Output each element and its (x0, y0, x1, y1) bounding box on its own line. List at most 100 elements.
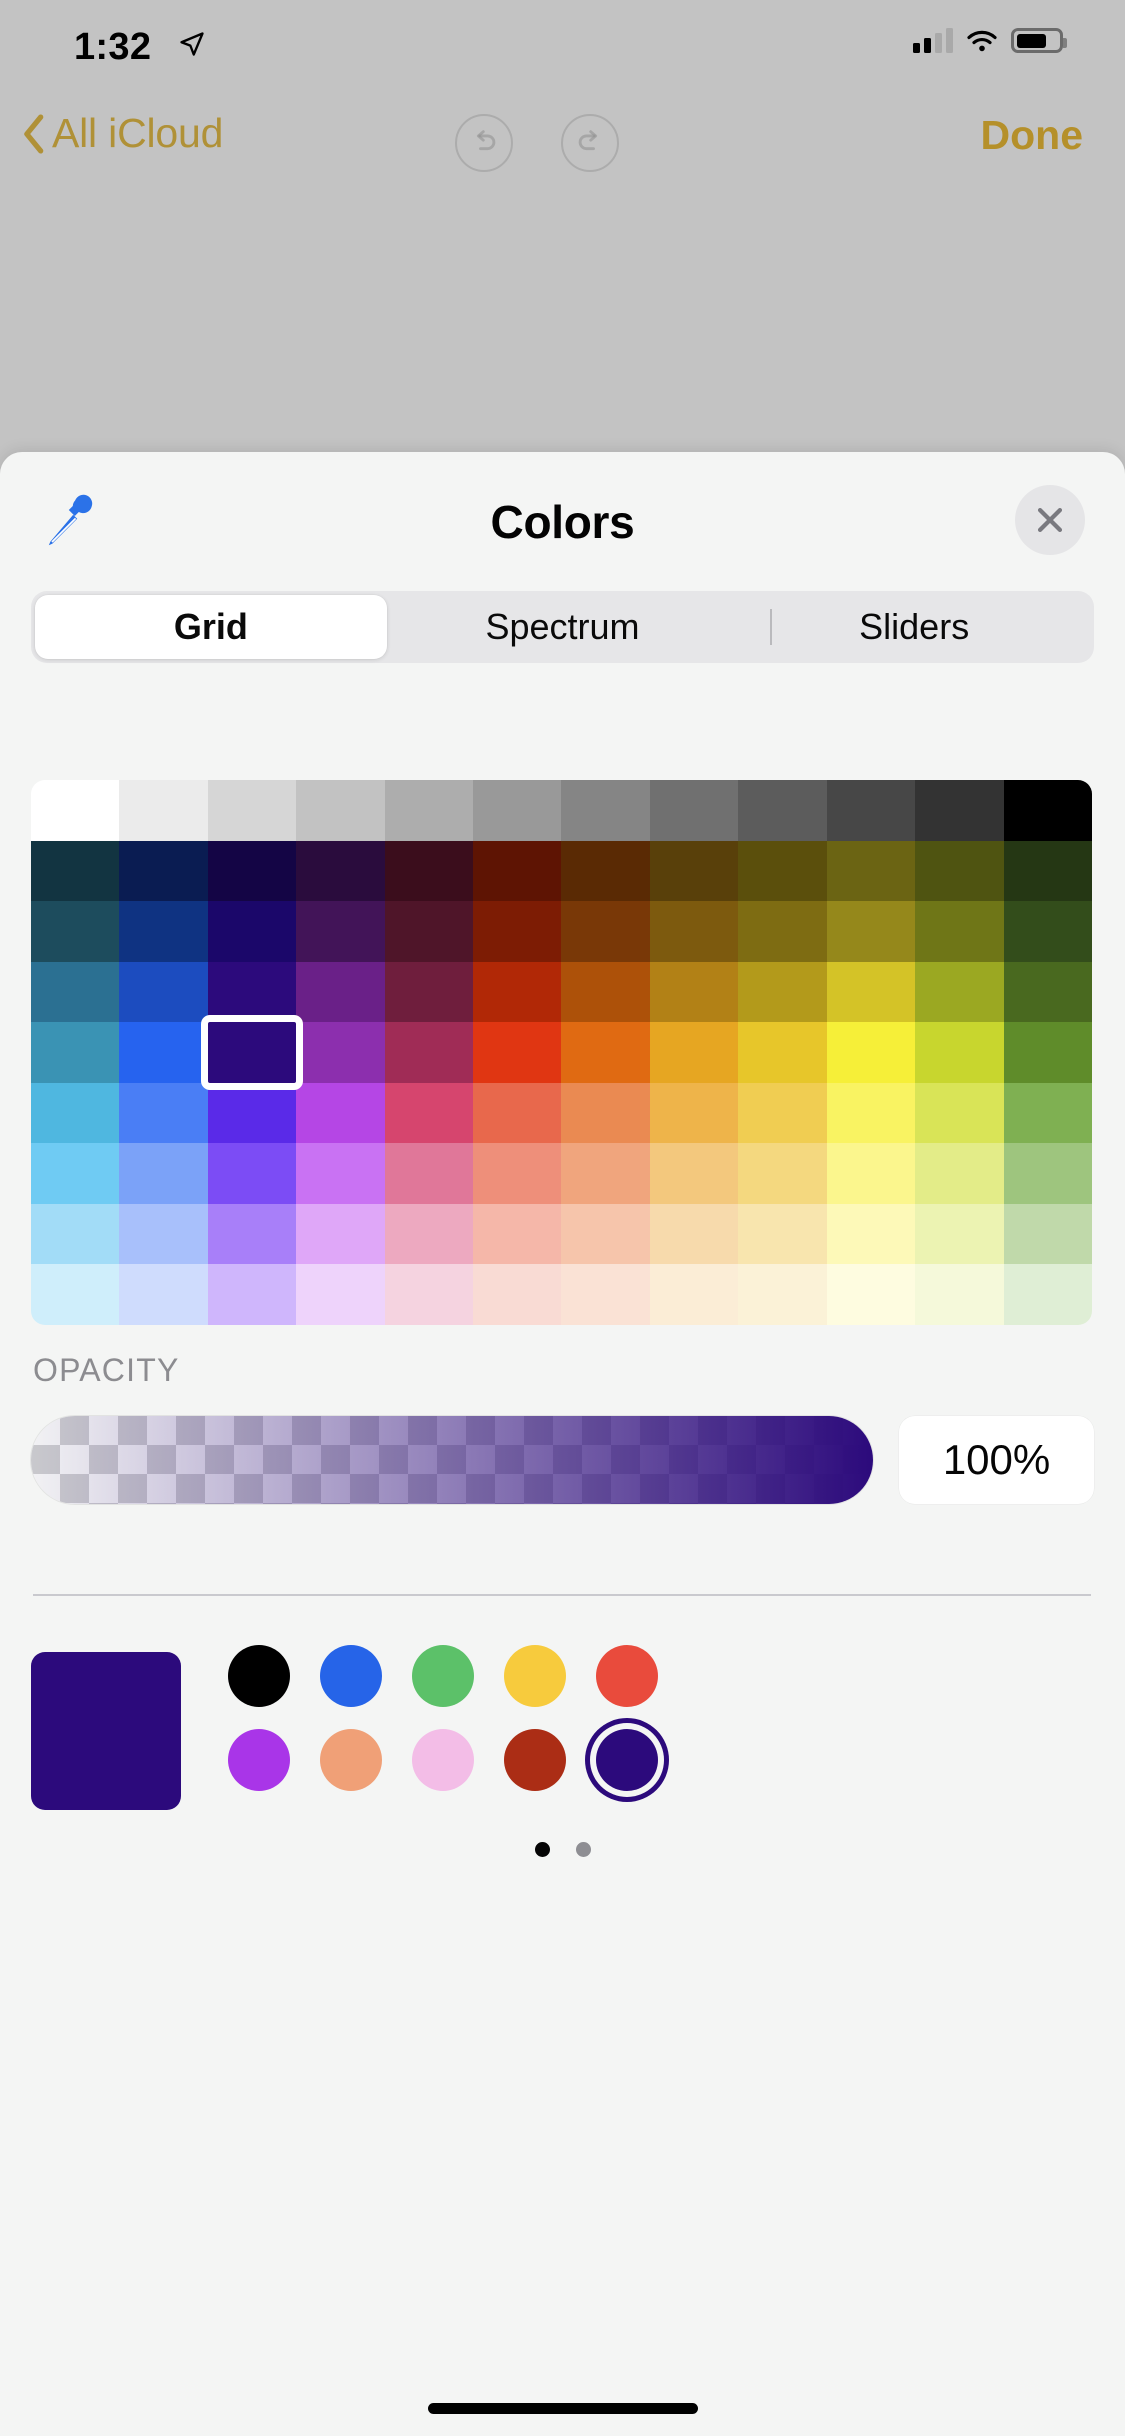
opacity-value-field[interactable]: 100% (899, 1416, 1094, 1504)
color-grid-cell[interactable] (119, 1203, 208, 1265)
color-grid-cell[interactable] (384, 1082, 474, 1144)
palette-swatch-green[interactable] (412, 1645, 474, 1707)
color-grid-cell[interactable] (384, 1264, 474, 1325)
color-grid-cell[interactable] (119, 840, 208, 902)
color-grid-cell[interactable] (826, 1203, 916, 1265)
color-grid-cell[interactable] (296, 1143, 385, 1204)
color-grid-cell[interactable] (738, 901, 827, 962)
color-grid-cell[interactable] (915, 1203, 1004, 1265)
color-grid-cell[interactable] (1003, 901, 1092, 962)
color-grid-cell[interactable] (561, 1022, 650, 1083)
color-grid-cell[interactable] (207, 780, 297, 841)
color-grid-cell[interactable] (473, 1264, 562, 1325)
back-button[interactable]: All iCloud (22, 110, 223, 157)
color-grid-cell[interactable] (31, 961, 120, 1023)
color-grid-cell[interactable] (473, 1082, 562, 1144)
color-grid-cell[interactable] (561, 1264, 650, 1325)
color-grid-cell[interactable] (296, 780, 385, 841)
color-grid-cell[interactable] (1003, 780, 1092, 841)
color-grid-cell[interactable] (31, 1082, 120, 1144)
color-grid-cell[interactable] (31, 780, 120, 841)
color-grid-cell[interactable] (207, 901, 297, 962)
color-grid-cell[interactable] (649, 1082, 739, 1144)
color-grid-cell[interactable] (561, 1203, 650, 1265)
color-grid-cell[interactable] (31, 1264, 120, 1325)
color-grid-cell[interactable] (296, 1203, 385, 1265)
color-grid-cell[interactable] (826, 1022, 916, 1083)
color-grid-cell[interactable] (1003, 1203, 1092, 1265)
color-grid-cell[interactable] (738, 780, 827, 841)
color-grid-cell[interactable] (1003, 1264, 1092, 1325)
color-grid-cell[interactable] (649, 961, 739, 1023)
selected-color-preview[interactable] (31, 1652, 181, 1810)
palette-swatch-indigo[interactable] (596, 1729, 658, 1791)
color-grid-cell[interactable] (561, 961, 650, 1023)
color-grid-cell[interactable] (473, 1022, 562, 1083)
color-grid-cell[interactable] (915, 840, 1004, 902)
color-grid-cell[interactable] (826, 901, 916, 962)
color-grid-cell[interactable] (915, 780, 1004, 841)
palette-swatch-brick[interactable] (504, 1729, 566, 1791)
color-grid-cell[interactable] (473, 901, 562, 962)
color-grid-cell[interactable] (738, 1203, 827, 1265)
color-grid-cell[interactable] (119, 1264, 208, 1325)
color-grid-cell[interactable] (473, 961, 562, 1023)
color-grid-cell[interactable] (649, 780, 739, 841)
color-grid-cell[interactable] (473, 1143, 562, 1204)
tab-spectrum[interactable]: Spectrum (387, 595, 739, 659)
color-grid[interactable] (31, 780, 1092, 1325)
color-grid-cell[interactable] (649, 1022, 739, 1083)
color-grid-cell[interactable] (826, 840, 916, 902)
palette-swatch-yellow[interactable] (504, 1645, 566, 1707)
color-grid-cell[interactable] (649, 1203, 739, 1265)
color-grid-cell[interactable] (119, 1143, 208, 1204)
color-grid-cell[interactable] (1003, 1143, 1092, 1204)
palette-swatch-purple[interactable] (228, 1729, 290, 1791)
color-grid-cell[interactable] (207, 840, 297, 902)
color-grid-cell[interactable] (915, 1022, 1004, 1083)
color-grid-cell[interactable] (915, 1264, 1004, 1325)
color-grid-cell[interactable] (31, 1022, 120, 1083)
color-grid-cell[interactable] (473, 780, 562, 841)
opacity-slider[interactable] (31, 1416, 874, 1504)
tab-grid[interactable]: Grid (35, 595, 387, 659)
color-grid-cell[interactable] (207, 1143, 297, 1204)
color-grid-cell[interactable] (119, 901, 208, 962)
palette-swatch-blue[interactable] (320, 1645, 382, 1707)
color-grid-cell[interactable] (384, 1022, 474, 1083)
color-grid-cell[interactable] (1003, 840, 1092, 902)
color-grid-cell[interactable] (561, 780, 650, 841)
color-grid-cell[interactable] (826, 961, 916, 1023)
color-grid-cell[interactable] (1003, 1082, 1092, 1144)
color-grid-cell[interactable] (296, 961, 385, 1023)
color-grid-cell[interactable] (915, 961, 1004, 1023)
color-grid-cell[interactable] (119, 961, 208, 1023)
color-grid-cell[interactable] (738, 840, 827, 902)
color-grid-cell[interactable] (207, 1203, 297, 1265)
color-grid-cell[interactable] (31, 1143, 120, 1204)
tab-sliders[interactable]: Sliders (738, 595, 1090, 659)
color-grid-cell[interactable] (915, 1143, 1004, 1204)
color-grid-cell[interactable] (649, 901, 739, 962)
palette-page-dots[interactable] (0, 1842, 1125, 1857)
color-grid-cell[interactable] (119, 1082, 208, 1144)
color-grid-cell[interactable] (384, 780, 474, 841)
color-grid-cell[interactable] (207, 1022, 297, 1083)
palette-swatch-peach[interactable] (320, 1729, 382, 1791)
color-grid-cell[interactable] (1003, 961, 1092, 1023)
palette-swatch-red[interactable] (596, 1645, 658, 1707)
color-grid-cell[interactable] (207, 1264, 297, 1325)
color-grid-cell[interactable] (738, 961, 827, 1023)
color-grid-cell[interactable] (561, 1143, 650, 1204)
color-grid-cell[interactable] (1003, 1022, 1092, 1083)
color-grid-cell[interactable] (649, 1143, 739, 1204)
color-grid-cell[interactable] (738, 1143, 827, 1204)
palette-swatch-pink[interactable] (412, 1729, 474, 1791)
color-grid-cell[interactable] (561, 901, 650, 962)
color-grid-cell[interactable] (649, 840, 739, 902)
color-grid-cell[interactable] (384, 961, 474, 1023)
color-grid-cell[interactable] (473, 1203, 562, 1265)
color-grid-cell[interactable] (207, 961, 297, 1023)
page-dot[interactable] (575, 1842, 591, 1857)
color-grid-cell[interactable] (31, 1203, 120, 1265)
